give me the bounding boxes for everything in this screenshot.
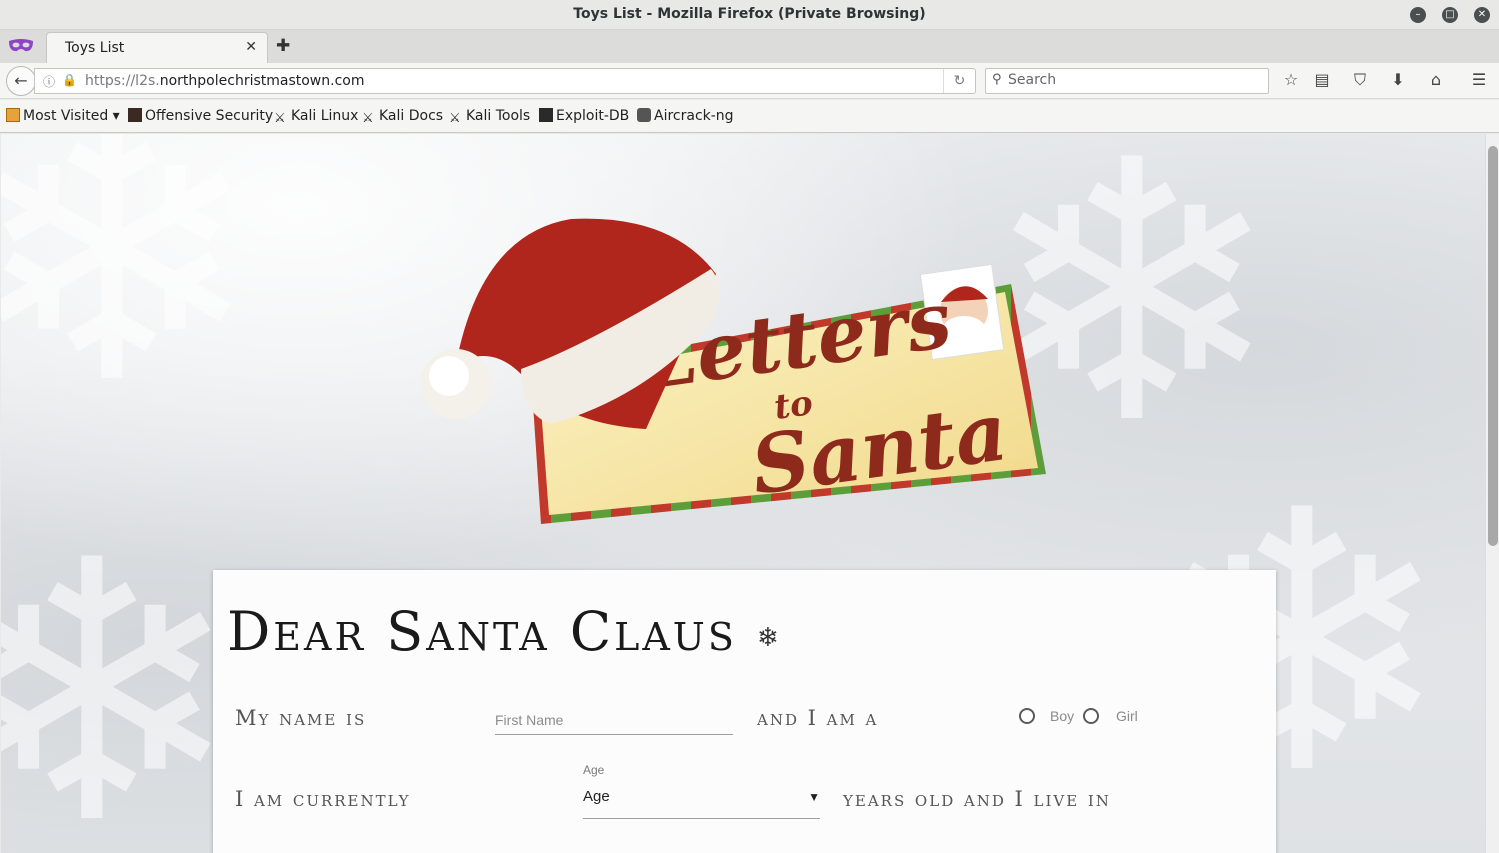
bookmark-star-icon[interactable]: ☆ [1280, 70, 1302, 89]
url-text[interactable]: https://l2s.northpolechristmastown.com [85, 73, 364, 89]
background-snowflake: ❄ [1, 134, 263, 463]
offsec-icon [128, 108, 142, 122]
bookmark-kali-tools[interactable]: ⚔ Kali Tools [449, 108, 530, 126]
phrase-i-am-a: and I am a [757, 706, 879, 730]
first-name-input[interactable] [495, 706, 733, 734]
reading-list-icon[interactable]: ▤ [1311, 70, 1333, 89]
url-bar[interactable]: ⓘ 🔒 https://l2s.northpolechristmastown.c… [34, 68, 976, 94]
window-title: Toys List - Mozilla Firefox (Private Bro… [573, 6, 926, 22]
form-heading: Dear Santa Claus ❄ [227, 600, 782, 663]
kali-dragon-icon: ⚔ [362, 111, 374, 126]
letters-to-santa-logo: Letters to Santa [421, 218, 1046, 524]
tab-strip: Toys List ✕ ✚ [0, 30, 1499, 63]
menu-icon[interactable]: ☰ [1468, 70, 1490, 89]
snowflake-icon: ❄ [757, 623, 782, 653]
download-icon[interactable]: ⬇ [1387, 70, 1409, 89]
bookmark-exploit-db[interactable]: Exploit-DB [539, 108, 629, 124]
age-select-value: Age [583, 788, 610, 805]
lock-icon[interactable]: 🔒 [62, 73, 77, 87]
background-snowflake: ❄ [1, 484, 243, 853]
kali-dragon-icon: ⚔ [274, 111, 286, 126]
dropdown-caret-icon: ▼ [808, 790, 820, 804]
radio-boy-label: Boy [1050, 708, 1075, 724]
exploit-db-icon [539, 108, 553, 122]
letter-form-card: Dear Santa Claus ❄ My name is and I am a… [213, 570, 1276, 853]
age-select-label: Age [583, 763, 605, 777]
info-icon[interactable]: ⓘ [43, 73, 55, 90]
maximize-button[interactable]: □ [1442, 7, 1458, 23]
most-visited-icon [6, 108, 20, 122]
tab-toys-list[interactable]: Toys List ✕ [46, 32, 268, 63]
search-icon: ⚲ [992, 72, 1002, 87]
search-bar[interactable]: ⚲ [985, 68, 1269, 94]
scrollbar-thumb[interactable] [1488, 146, 1498, 546]
search-input[interactable] [1008, 72, 1258, 88]
page-viewport: ❄ ❄ ❄ ❄ Letters to Santa Dear Santa Clau… [1, 134, 1485, 853]
radio-boy[interactable] [1019, 708, 1035, 724]
home-icon[interactable]: ⌂ [1425, 70, 1447, 89]
phrase-i-am-currently: I am currently [235, 787, 411, 811]
close-window-button[interactable]: ✕ [1474, 7, 1490, 23]
bookmark-aircrack-ng[interactable]: Aircrack-ng [637, 108, 734, 124]
pocket-icon[interactable]: ⛉ [1349, 70, 1371, 90]
age-select[interactable]: Age ▼ [583, 781, 820, 819]
radio-girl[interactable] [1083, 708, 1099, 724]
new-tab-button[interactable]: ✚ [276, 36, 290, 56]
radio-girl-label: Girl [1116, 708, 1138, 724]
bookmark-kali-linux[interactable]: ⚔ Kali Linux [274, 108, 358, 126]
bookmark-offensive-security[interactable]: Offensive Security [128, 108, 273, 124]
page-scrollbar[interactable] [1485, 134, 1499, 853]
minimize-button[interactable]: – [1410, 7, 1426, 23]
first-name-field[interactable] [495, 706, 733, 735]
bookmarks-toolbar: Most Visited ▾ Offensive Security ⚔ Kali … [0, 100, 1499, 133]
phrase-years-old: years old and I live in [843, 787, 1111, 811]
aircrack-icon [637, 108, 651, 122]
bookmark-most-visited[interactable]: Most Visited ▾ [6, 108, 120, 124]
navigation-toolbar: ← ⓘ 🔒 https://l2s.northpolechristmastown… [0, 63, 1499, 99]
kali-dragon-icon: ⚔ [449, 111, 461, 126]
window-titlebar: Toys List - Mozilla Firefox (Private Bro… [0, 0, 1499, 30]
back-button[interactable]: ← [6, 66, 36, 96]
close-tab-icon[interactable]: ✕ [245, 39, 257, 55]
phrase-my-name: My name is [235, 706, 367, 730]
tab-label: Toys List [65, 40, 125, 56]
private-browsing-mask-icon [9, 39, 33, 52]
bookmark-kali-docs[interactable]: ⚔ Kali Docs [362, 108, 443, 126]
reload-icon[interactable]: ↻ [943, 69, 975, 93]
